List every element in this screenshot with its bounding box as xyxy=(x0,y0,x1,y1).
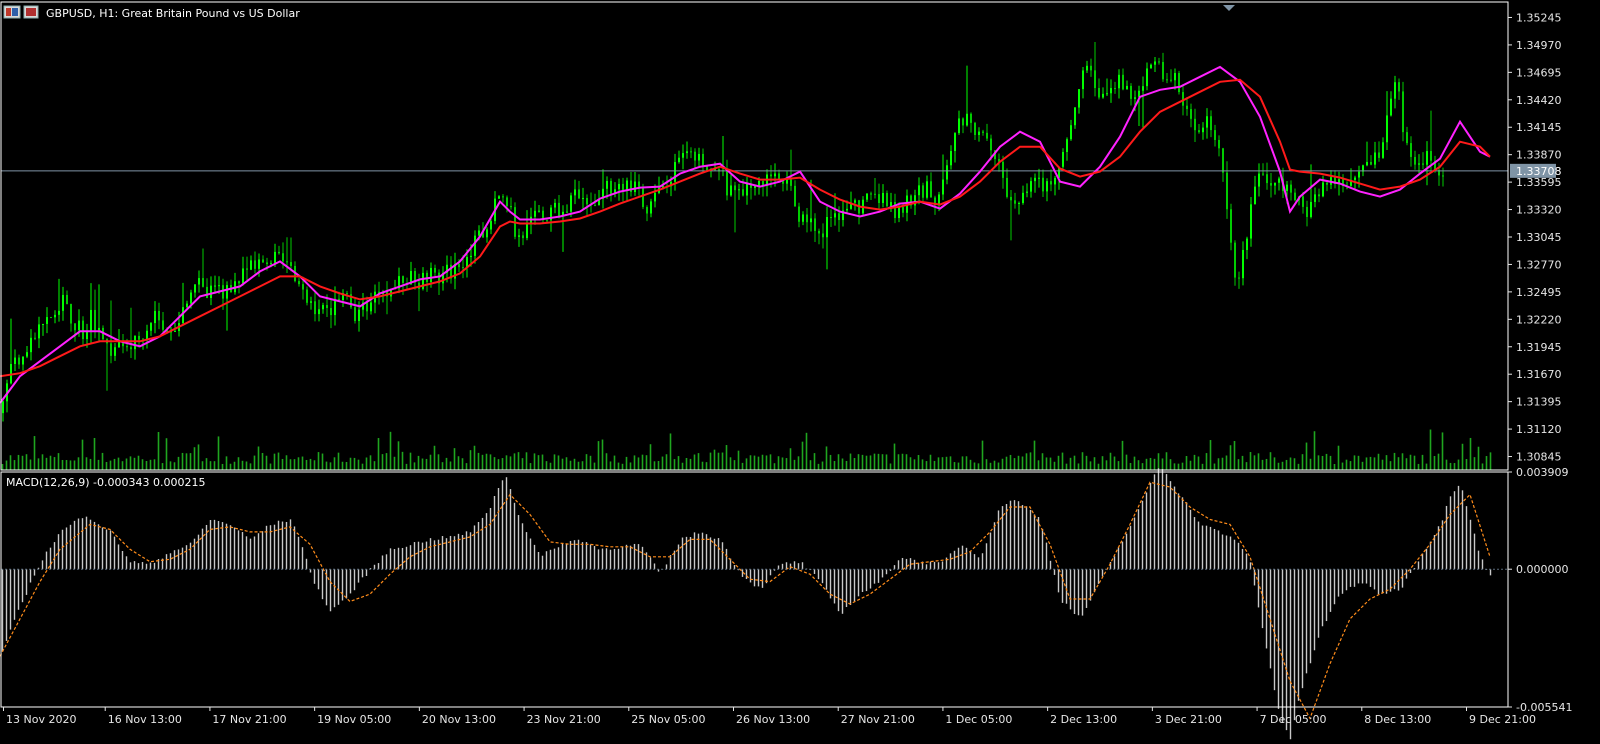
price-tick-label: 1.33870 xyxy=(1516,149,1562,162)
price-tick-label: 1.35245 xyxy=(1516,11,1562,24)
price-tick-label: 1.34695 xyxy=(1516,66,1562,79)
time-tick-label: 9 Dec 21:00 xyxy=(1469,713,1536,726)
macd-label: MACD(12,26,9) -0.000343 0.000215 xyxy=(6,476,205,489)
price-tick-label: 1.34420 xyxy=(1516,94,1562,107)
current-price-tag: 1.33708 xyxy=(1510,163,1562,178)
price-tick-label: 1.31670 xyxy=(1516,368,1562,381)
price-tick-label: 1.32770 xyxy=(1516,258,1562,271)
price-tick-label: 1.30845 xyxy=(1516,451,1562,464)
candle xyxy=(886,190,888,208)
price-tick-label: 1.31120 xyxy=(1516,423,1562,436)
macd-label-group: MACD(12,26,9) -0.000343 0.000215 xyxy=(6,476,205,489)
time-tick-label: 16 Nov 13:00 xyxy=(108,713,182,726)
time-tick-label: 8 Dec 13:00 xyxy=(1364,713,1431,726)
price-tick-label: 1.33320 xyxy=(1516,204,1562,217)
macd-tick-label: 0.003909 xyxy=(1516,466,1569,479)
price-tick-label: 1.33045 xyxy=(1516,231,1562,244)
chart-canvas: 1.35245 1.34970 1.34695 1.34420 1.34145 1.338… xyxy=(0,0,1600,740)
current-price-label: 1.33708 xyxy=(1516,165,1562,178)
price-tick-label: 1.32220 xyxy=(1516,313,1562,326)
price-tick-label: 1.34145 xyxy=(1516,121,1562,134)
candle xyxy=(514,202,516,240)
time-tick-label: 3 Dec 21:00 xyxy=(1155,713,1222,726)
price-tick-label: 1.31395 xyxy=(1516,396,1562,409)
price-tick-label: 1.32495 xyxy=(1516,286,1562,299)
time-tick-label: 25 Nov 05:00 xyxy=(631,713,705,726)
time-tick-label: 26 Nov 13:00 xyxy=(736,713,810,726)
time-tick-label: 17 Nov 21:00 xyxy=(212,713,286,726)
candle xyxy=(1178,70,1180,95)
candle xyxy=(50,316,52,319)
price-tick-label: 1.34970 xyxy=(1516,39,1562,52)
time-tick-label: 7 Dec 05:00 xyxy=(1260,713,1327,726)
time-tick-label: 20 Nov 13:00 xyxy=(422,713,496,726)
price-tick-label: 1.31945 xyxy=(1516,341,1562,354)
time-tick-label: 1 Dec 05:00 xyxy=(945,713,1012,726)
price-tick-label: 1.33595 xyxy=(1516,176,1562,189)
chart-title: GBPUSD, H1: Great Britain Pound vs US Do… xyxy=(46,7,300,20)
time-tick-label: 13 Nov 2020 xyxy=(6,713,76,726)
chart-window: 1.35245 1.34970 1.34695 1.34420 1.34145 1.338… xyxy=(0,0,1600,740)
time-tick-label: 2 Dec 13:00 xyxy=(1050,713,1117,726)
time-tick-label: 23 Nov 21:00 xyxy=(527,713,601,726)
macd-tick-label: 0.000000 xyxy=(1516,563,1569,576)
time-tick-label: 27 Nov 21:00 xyxy=(841,713,915,726)
price-axis[interactable]: 1.35245 1.34970 1.34695 1.34420 1.34145 1.338… xyxy=(1508,11,1562,464)
time-tick-label: 19 Nov 05:00 xyxy=(317,713,391,726)
